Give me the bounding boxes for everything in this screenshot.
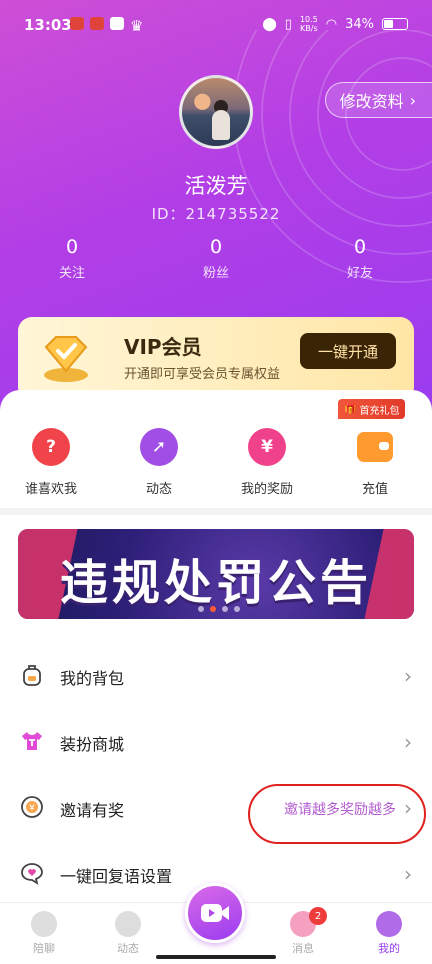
- stat-value: 0: [65, 236, 79, 258]
- status-time: 13:03: [24, 16, 72, 34]
- menu-item-dressup-shop[interactable]: 装扮商城 ›: [0, 709, 432, 775]
- stat-friends[interactable]: 0 好友: [310, 236, 410, 281]
- gift-icon: 🎁: [344, 403, 357, 415]
- quick-my-rewards[interactable]: ¥ 我的奖励: [217, 428, 317, 497]
- battery-icon: [382, 18, 408, 30]
- menu-label: 邀请有奖: [60, 801, 125, 820]
- tab-me[interactable]: 我的: [349, 911, 429, 956]
- menu-item-backpack[interactable]: 我的背包 ›: [0, 643, 432, 709]
- banner-text: 违规处罚公告: [59, 555, 372, 611]
- money-bag-icon: ¥: [248, 428, 286, 466]
- stat-value: 0: [353, 236, 367, 258]
- tab-messages[interactable]: 消息: [263, 911, 343, 956]
- quick-recharge[interactable]: 充值: [325, 428, 425, 497]
- gift-tag-label: 首充礼包: [359, 405, 400, 417]
- tab-moments[interactable]: 动态: [88, 911, 168, 956]
- message-count-badge: 2: [309, 907, 327, 925]
- menu-label: 我的背包: [60, 669, 125, 688]
- video-call-button[interactable]: [185, 883, 245, 943]
- vip-diamond-icon: [44, 336, 88, 382]
- user-id: ID：214735522: [151, 205, 281, 223]
- crown-icon: ♛: [130, 17, 144, 35]
- menu-list: 我的背包 › 装扮商城 › ¥ 邀请有奖 邀请越多奖励越多 › 一键回复语设置 …: [0, 643, 432, 903]
- tab-label: 我的: [378, 942, 400, 955]
- video-camera-icon: [201, 904, 229, 922]
- carousel-dot[interactable]: [198, 606, 204, 612]
- notification-icons: ♛: [70, 17, 143, 35]
- carousel-dot[interactable]: [222, 606, 228, 612]
- location-icon: ⬤: [262, 16, 277, 32]
- wallet-icon: [357, 432, 393, 462]
- stat-value: 0: [209, 236, 223, 258]
- stat-fans[interactable]: 0 粉丝: [166, 236, 266, 281]
- chevron-right-icon: ›: [404, 862, 412, 886]
- wifi-icon: ◠: [325, 16, 338, 32]
- vibrate-icon: ▯: [284, 16, 292, 32]
- app-icon: [90, 17, 104, 30]
- compass-icon: ➚: [140, 428, 178, 466]
- stats-row: 0 关注 0 粉丝 0 好友: [0, 236, 432, 286]
- stat-label: 粉丝: [202, 266, 229, 281]
- tab-chat[interactable]: 陪聊: [4, 911, 84, 956]
- edit-profile-label: 修改资料: [339, 92, 404, 111]
- quick-who-likes-me[interactable]: ? 谁喜欢我: [1, 428, 101, 497]
- first-recharge-gift-tag: 🎁 首充礼包: [338, 399, 406, 419]
- tab-label: 消息: [292, 942, 314, 955]
- edit-profile-button[interactable]: 修改资料 ›: [324, 82, 432, 118]
- tab-label: 陪聊: [33, 942, 55, 955]
- tab-label: 动态: [117, 942, 139, 955]
- menu-label: 装扮商城: [60, 735, 125, 754]
- stat-label: 关注: [58, 266, 85, 281]
- chevron-right-icon: ›: [404, 664, 412, 688]
- vip-activate-button[interactable]: 一键开通: [300, 333, 396, 369]
- chevron-right-icon: ›: [409, 90, 416, 110]
- vip-card[interactable]: VIP会员 开通即可享受会员专属权益 一键开通: [18, 317, 414, 401]
- announcement-banner[interactable]: 违规处罚公告: [18, 529, 414, 619]
- person-icon: [376, 911, 402, 937]
- carousel-dot[interactable]: [234, 606, 240, 612]
- app-icon: [70, 17, 84, 30]
- app-icon: [110, 17, 124, 30]
- quick-label: 动态: [145, 482, 172, 497]
- nickname: 活泼芳: [184, 174, 248, 198]
- pencil-icon: [115, 911, 141, 937]
- highlight-annotation: [248, 784, 426, 844]
- quick-moments[interactable]: ➚ 动态: [109, 428, 209, 497]
- chevron-right-icon: ›: [404, 730, 412, 754]
- carousel-dot-active[interactable]: [210, 606, 216, 612]
- status-right: ⬤ ▯ 10.5 KB/s ◠ 34%: [262, 15, 408, 33]
- banner-section: 违规处罚公告: [0, 515, 432, 643]
- avatar[interactable]: [179, 75, 253, 149]
- quick-label: 我的奖励: [240, 482, 293, 497]
- tshirt-icon: [22, 732, 42, 750]
- heart-question-icon: ?: [32, 428, 70, 466]
- chat-icon: [31, 911, 57, 937]
- chat-heart-icon: [21, 863, 43, 885]
- quick-label: 谁喜欢我: [24, 482, 77, 497]
- battery-percent: 34%: [345, 16, 374, 32]
- net-speed: 10.5 KB/s: [299, 15, 318, 33]
- vip-subtitle: 开通即可享受会员专属权益: [124, 367, 281, 382]
- quick-label: 充值: [361, 482, 388, 497]
- stat-following[interactable]: 0 关注: [22, 236, 122, 281]
- status-bar: 13:03 ♛ ⬤ ▯ 10.5 KB/s ◠ 34%: [0, 0, 432, 50]
- menu-label: 一键回复语设置: [60, 867, 173, 886]
- backpack-icon: [23, 665, 41, 686]
- home-indicator: [156, 955, 276, 959]
- svg-text:¥: ¥: [29, 804, 35, 814]
- carousel-dots: [198, 606, 240, 612]
- stat-label: 好友: [346, 266, 373, 281]
- coin-icon: ¥: [21, 796, 43, 818]
- vip-title: VIP会员: [124, 335, 202, 359]
